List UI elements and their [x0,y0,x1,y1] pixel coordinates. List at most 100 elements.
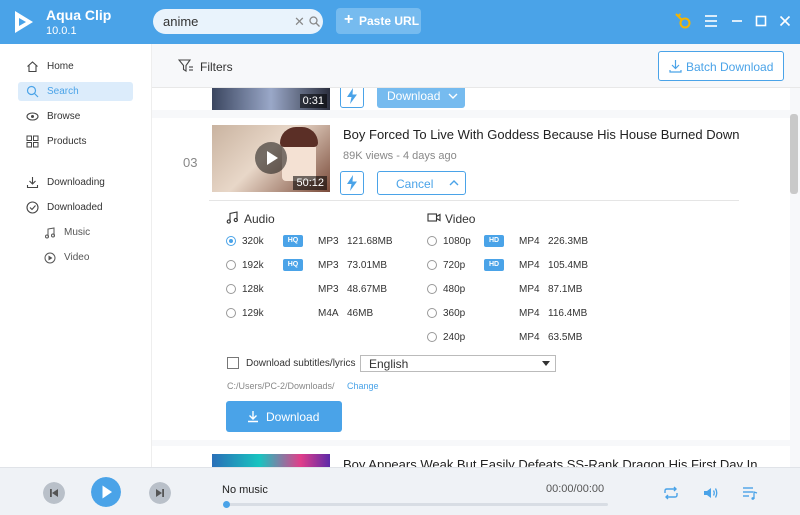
close-icon[interactable] [776,12,794,30]
subtitles-checkbox[interactable] [227,357,239,369]
repeat-icon[interactable] [662,486,680,500]
cancel-button[interactable]: Cancel [377,171,466,195]
format-label: MP3 [318,260,339,271]
quality-label: 192k [242,260,264,271]
radio-button[interactable] [226,260,236,270]
products-icon [26,135,39,148]
radio-button[interactable] [427,308,437,318]
scrollbar-thumb[interactable] [790,114,798,194]
sidebar-item-search[interactable]: Search [18,82,133,101]
change-path-link[interactable]: Change [347,381,379,391]
playback-time: 00:00/00:00 [546,483,605,495]
logo-icon [15,11,33,33]
bolt-icon [347,88,357,104]
hd-badge: HD [484,259,504,271]
title-bar: Aqua Clip 10.0.1 ✕ + Paste URL [0,0,800,44]
quick-download-button[interactable] [340,171,364,195]
quality-label: 1080p [443,236,471,247]
next-button[interactable] [149,482,171,504]
video-option-240p[interactable]: 240p MP4 63.5MB [427,331,607,345]
language-select[interactable]: English [360,355,556,372]
volume-icon[interactable] [702,486,720,500]
play-button[interactable] [91,477,121,507]
downloading-icon [26,177,39,189]
video-camera-icon [427,213,441,222]
radio-button[interactable] [427,332,437,342]
video-thumbnail[interactable]: 50:12 [212,125,330,192]
paste-url-label: Paste URL [359,14,420,28]
download-button[interactable]: Download [226,401,342,432]
download-icon [669,60,682,73]
video-icon [44,252,56,264]
search-box[interactable]: ✕ [153,9,323,34]
key-icon[interactable] [674,12,692,30]
progress-handle[interactable] [223,501,230,508]
result-card: Boy Appears Weak But Easily Defeats SS-R… [152,446,790,467]
results-list[interactable]: 0:31 Download 03 50:12 Boy Forced To Liv… [152,88,790,467]
download-dropdown-button[interactable]: Download [377,88,465,108]
quality-label: 129k [242,308,264,319]
audio-option-128k[interactable]: 128k MP3 48.67MB [226,283,406,297]
audio-option-192k[interactable]: 192k HQ MP3 73.01MB [226,259,406,273]
quality-label: 360p [443,308,466,319]
quality-label: 480p [443,284,466,295]
video-thumbnail[interactable] [212,454,330,467]
search-icon[interactable] [309,16,320,27]
quick-download-button[interactable] [340,88,364,108]
video-option-480p[interactable]: 480p MP4 87.1MB [427,283,607,297]
video-option-360p[interactable]: 360p MP4 116.4MB [427,307,607,321]
sidebar-item-products[interactable]: Products [18,132,133,151]
video-label: Video [445,212,476,226]
format-label: MP4 [519,284,540,295]
batch-download-button[interactable]: Batch Download [658,51,784,81]
video-title[interactable]: Boy Appears Weak But Easily Defeats SS-R… [343,457,768,467]
search-input[interactable] [163,13,293,30]
download-dropdown-label: Download [387,89,441,103]
sidebar-item-browse[interactable]: Browse [18,107,133,126]
playlist-icon[interactable] [742,486,758,500]
music-icon [226,211,238,224]
audio-option-129k[interactable]: 129k M4A 46MB [226,307,406,321]
video-title[interactable]: Boy Forced To Live With Goddess Because … [343,127,739,142]
radio-button[interactable] [427,284,437,294]
size-label: 226.3MB [548,236,589,247]
music-icon [45,227,55,239]
subtitles-checkbox-row[interactable]: Download subtitles/lyrics [227,357,357,371]
video-option-1080p[interactable]: 1080p HD MP4 226.3MB [427,235,607,249]
upload-age: 4 days ago [402,150,457,162]
progress-bar[interactable] [223,501,608,508]
paste-url-button[interactable]: + Paste URL [336,8,421,34]
maximize-icon[interactable] [752,12,770,30]
audio-option-320k[interactable]: 320k HQ MP3 121.68MB [226,235,406,249]
quality-label: 240p [443,332,466,343]
radio-button[interactable] [226,236,236,246]
sidebar-item-downloading[interactable]: Downloading [18,173,133,192]
minimize-icon[interactable] [728,12,746,30]
video-option-720p[interactable]: 720p HD MP4 105.4MB [427,259,607,273]
language-value: English [369,357,409,371]
duration-badge: 50:12 [293,176,327,190]
radio-button[interactable] [427,236,437,246]
radio-button[interactable] [427,260,437,270]
radio-button[interactable] [226,284,236,294]
prev-button[interactable] [43,482,65,504]
sidebar-item-label: Browse [47,111,81,122]
sidebar-subitem-label: Music [64,227,91,238]
clear-icon[interactable]: ✕ [294,14,305,30]
format-label: MP3 [318,236,339,247]
format-label: MP4 [519,260,540,271]
radio-button[interactable] [226,308,236,318]
sidebar-item-home[interactable]: Home [18,57,133,76]
sidebar-item-downloaded[interactable]: Downloaded [18,198,133,217]
cancel-label: Cancel [396,177,434,191]
menu-icon[interactable] [702,12,720,30]
view-count: 89K views [343,150,394,162]
size-label: 87.1MB [548,284,583,295]
music-player: No music 00:00/00:00 [0,467,800,515]
hq-badge: HQ [283,235,303,247]
format-label: MP3 [318,284,339,295]
play-overlay-icon[interactable] [254,141,288,175]
video-thumbnail[interactable]: 0:31 [212,88,330,110]
divider [209,200,739,201]
audio-label: Audio [244,212,275,226]
